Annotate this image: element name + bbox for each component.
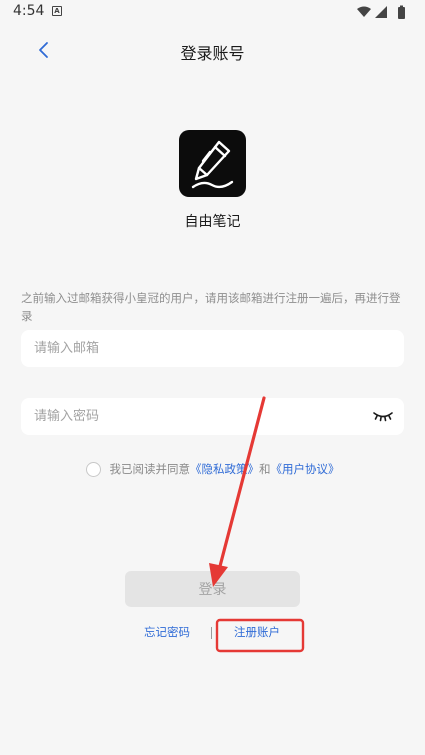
wifi-icon (357, 6, 371, 17)
user-agreement-link[interactable]: 《用户协议》 (271, 461, 340, 477)
link-divider (211, 627, 212, 639)
status-time: 4:54 (13, 3, 45, 19)
login-screen: 4:54 A 登录账号 自由笔记 之前输入过邮箱获得小皇冠的用户，请用该邮箱进行… (0, 0, 425, 755)
email-field-container (21, 330, 404, 367)
agreement-row: 我已阅读并同意 《隐私政策》 和 《用户协议》 (0, 459, 425, 479)
page-title: 登录账号 (180, 44, 245, 63)
login-button[interactable]: 登录 (125, 571, 300, 607)
agree-checkbox[interactable] (85, 461, 101, 477)
bottom-links: 忘记密码 注册账户 (0, 624, 425, 644)
battery-icon (398, 5, 405, 19)
agreement-prefix: 我已阅读并同意 (109, 462, 191, 476)
register-account-link[interactable]: 注册账户 (234, 624, 280, 640)
email-input[interactable] (21, 330, 404, 367)
app-name: 自由笔记 (184, 214, 241, 230)
status-bar: 4:54 A (0, 0, 425, 24)
agreement-conjunction: 和 (259, 462, 271, 476)
password-input[interactable] (21, 398, 404, 435)
privacy-policy-link[interactable]: 《隐私政策》 (190, 461, 259, 477)
forgot-password-link[interactable]: 忘记密码 (144, 624, 190, 640)
status-icons (357, 5, 405, 19)
notice-text: 之前输入过邮箱获得小皇冠的用户，请用该邮箱进行注册一遍后，再进行登录 (21, 291, 401, 323)
signal-icon (375, 6, 387, 18)
header: 登录账号 (0, 24, 425, 76)
password-field-container (21, 398, 404, 435)
notification-app-icon: A (52, 6, 62, 16)
eye-closed-icon[interactable] (372, 408, 394, 424)
pencil-icon (191, 140, 234, 189)
app-logo (179, 130, 246, 197)
